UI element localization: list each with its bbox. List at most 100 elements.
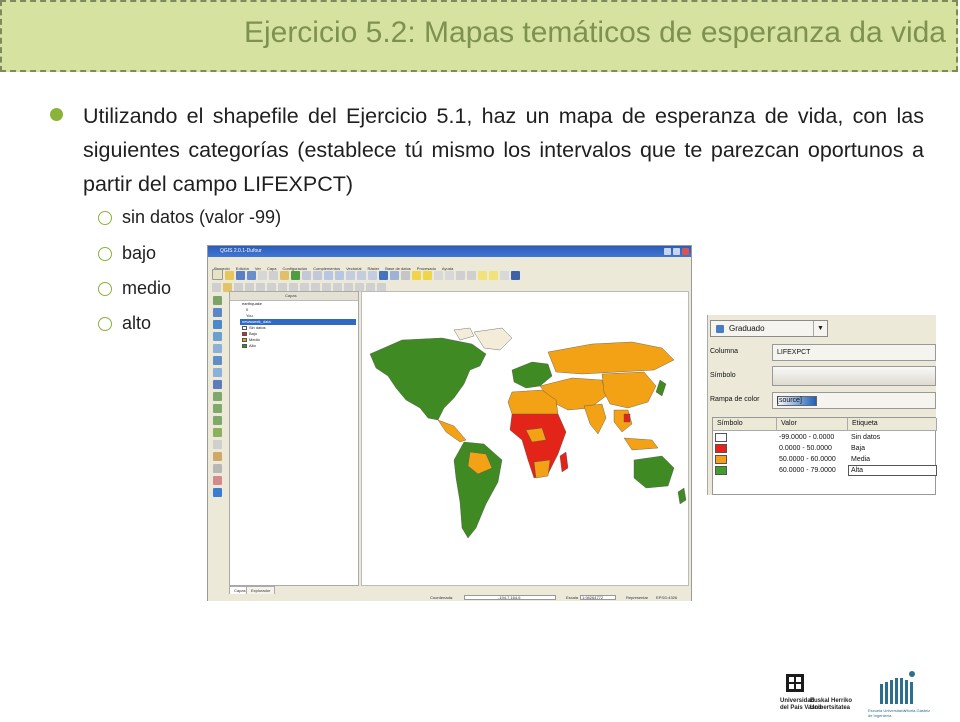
color-ramp-select[interactable]: [source] bbox=[772, 392, 936, 409]
logo-text: Unibertsitatea bbox=[810, 705, 851, 711]
map-tips-icon[interactable] bbox=[467, 271, 476, 280]
qgis-layer-toolbar bbox=[211, 294, 225, 594]
map-central-america bbox=[437, 419, 467, 443]
col-header-label[interactable]: Etiqueta bbox=[848, 418, 937, 431]
add-spatialite-icon[interactable] bbox=[213, 332, 222, 341]
class-table: Símbolo Valor Etiqueta -99.0000 - 0.0000… bbox=[712, 417, 937, 495]
upv-ehu-logo: Universidad del País Vasco Euskal Herrik… bbox=[780, 672, 852, 722]
col-header-symbol[interactable]: Símbolo bbox=[713, 418, 777, 431]
main-bullet-marker bbox=[48, 104, 68, 124]
class-label[interactable]: Media bbox=[851, 454, 870, 465]
legend-swatch bbox=[242, 344, 247, 348]
maximize-icon[interactable] bbox=[673, 248, 680, 255]
table-row[interactable]: 60.0000 - 79.0000 Alta bbox=[713, 465, 937, 476]
attribute-table-icon[interactable] bbox=[434, 271, 443, 280]
measure-icon[interactable] bbox=[456, 271, 465, 280]
col-header-value[interactable]: Valor bbox=[777, 418, 848, 431]
main-bullet-text: Utilizando el shapefile del Ejercicio 5.… bbox=[83, 104, 924, 196]
add-wcs-icon[interactable] bbox=[213, 380, 222, 389]
layers-panel-title: Capas bbox=[285, 293, 297, 298]
ring-bullet-icon bbox=[98, 247, 112, 261]
table-row[interactable]: 50.0000 - 60.0000 Media bbox=[713, 454, 935, 465]
column-value: LIFEXPCT bbox=[777, 349, 811, 356]
map-australia bbox=[633, 455, 675, 489]
class-label[interactable]: Sin datos bbox=[851, 432, 880, 443]
class-label[interactable]: Alta bbox=[851, 465, 863, 476]
map-arctic-island bbox=[453, 327, 475, 341]
select-icon[interactable] bbox=[401, 271, 410, 280]
class-color-swatch[interactable] bbox=[715, 466, 727, 475]
class-range: 50.0000 - 60.0000 bbox=[779, 456, 836, 463]
text-annotation-icon[interactable] bbox=[500, 271, 509, 280]
class-range: 60.0000 - 79.0000 bbox=[779, 467, 836, 474]
logo-text: Euskal Herriko bbox=[810, 698, 853, 704]
identify-icon[interactable] bbox=[390, 271, 399, 280]
field-calc-icon[interactable] bbox=[445, 271, 454, 280]
new-spatialite-icon[interactable] bbox=[213, 440, 222, 449]
add-mssql-icon[interactable] bbox=[213, 344, 222, 353]
add-oracle-icon[interactable] bbox=[213, 356, 222, 365]
select-feature-icon[interactable] bbox=[412, 271, 421, 280]
add-wfs-icon[interactable] bbox=[213, 392, 222, 401]
class-color-swatch[interactable] bbox=[715, 433, 727, 442]
layer-earthquake[interactable]: earthquake bbox=[242, 301, 262, 307]
python-icon[interactable] bbox=[213, 488, 222, 497]
map-laos bbox=[623, 413, 631, 423]
add-wms-icon[interactable] bbox=[213, 368, 222, 377]
help-icon[interactable] bbox=[511, 271, 520, 280]
qgis-window-screenshot: QGIS 2.0.1-Dufour ProyectoEdiciónVerCapa… bbox=[207, 245, 692, 601]
table-row[interactable]: -99.0000 - 0.0000 Sin datos bbox=[713, 432, 935, 443]
map-canvas[interactable] bbox=[361, 291, 689, 586]
renderer-value: Graduado bbox=[729, 324, 765, 333]
chevron-down-icon[interactable]: ▼ bbox=[813, 321, 827, 336]
symbol-button[interactable] bbox=[772, 366, 936, 386]
plugin-icon[interactable] bbox=[213, 476, 222, 485]
qgis-window-title: QGIS 2.0.1-Dufour bbox=[220, 248, 262, 254]
sub-bullet-text: medio bbox=[122, 278, 172, 298]
deselect-icon[interactable] bbox=[423, 271, 432, 280]
class-range: -99.0000 - 0.0000 bbox=[779, 434, 835, 441]
class-color-swatch[interactable] bbox=[715, 444, 727, 453]
ring-bullet-icon bbox=[98, 211, 112, 225]
legend-swatch bbox=[242, 338, 247, 342]
qgis-menu-bar: ProyectoEdiciónVerCapaConfiguraciónCompl… bbox=[208, 257, 691, 271]
minimize-icon[interactable] bbox=[664, 248, 671, 255]
map-europe bbox=[511, 361, 553, 389]
renderer-dropdown[interactable]: Graduado ▼ bbox=[710, 320, 828, 337]
class-color-swatch[interactable] bbox=[715, 455, 727, 464]
sub-bullet-text: bajo bbox=[122, 243, 157, 263]
eui-vitoria-logo: Escuela Universitaria de Ingeniería Vito… bbox=[868, 670, 938, 720]
scale-value: 1:98264772 bbox=[582, 595, 604, 600]
sub-bullet-text: alto bbox=[122, 313, 152, 333]
coord-value: -194.7,164.6 bbox=[498, 595, 521, 600]
logo-text: Vitoria-Gasteiz bbox=[904, 708, 931, 713]
layers-panel-header: Capas bbox=[230, 292, 358, 301]
scale-label: Escala bbox=[566, 595, 579, 600]
legend-swatch bbox=[242, 332, 247, 336]
add-delimited-icon[interactable] bbox=[213, 404, 222, 413]
add-raster-icon[interactable] bbox=[213, 308, 222, 317]
map-north-america bbox=[369, 337, 487, 421]
map-madagascar bbox=[559, 451, 569, 473]
eui-building-icon bbox=[880, 671, 915, 704]
new-shapefile-icon[interactable] bbox=[213, 428, 222, 437]
table-row[interactable]: 0.0000 - 50.0000 Baja bbox=[713, 443, 935, 454]
add-postgis-icon[interactable] bbox=[213, 320, 222, 329]
toggle-edit-icon[interactable] bbox=[212, 283, 221, 292]
column-select[interactable]: LIFEXPCT bbox=[772, 344, 936, 361]
crs-indicator[interactable]: EPSG:4326 bbox=[656, 594, 677, 601]
add-gpx-icon[interactable] bbox=[213, 416, 222, 425]
slide-header: Ejercicio 5.2: Mapas temáticos de espera… bbox=[0, 0, 958, 72]
class-label[interactable]: Baja bbox=[851, 443, 865, 454]
add-vector-icon[interactable] bbox=[213, 296, 222, 305]
qgis-toolbar-main bbox=[212, 267, 522, 280]
layers-panel: Capas earthquake 0 You newsweek_data Sin… bbox=[229, 291, 359, 586]
ramp-label: Rampa de color bbox=[710, 396, 760, 403]
close-icon[interactable] bbox=[682, 248, 689, 255]
gps-icon[interactable] bbox=[213, 464, 222, 473]
render-checkbox-label[interactable]: Representar bbox=[626, 594, 648, 601]
annotation-icon[interactable] bbox=[489, 271, 498, 280]
georef-icon[interactable] bbox=[213, 452, 222, 461]
graduated-symbology-panel: Graduado ▼ Columna LIFEXPCT Símbolo Ramp… bbox=[707, 315, 937, 495]
bookmark-icon[interactable] bbox=[478, 271, 487, 280]
